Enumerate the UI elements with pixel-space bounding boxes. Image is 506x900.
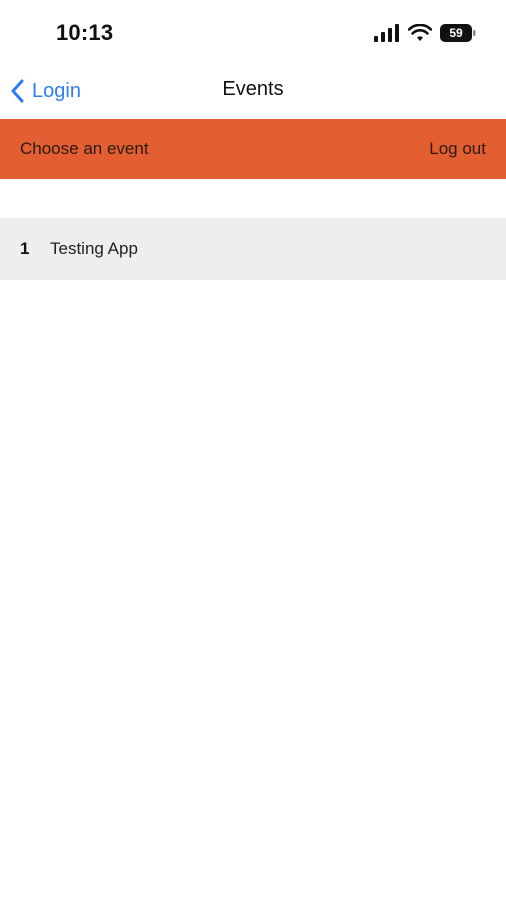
event-name: Testing App [50, 239, 138, 258]
logout-button[interactable]: Log out [429, 139, 486, 159]
events-header-bar: Choose an event Log out [0, 119, 506, 179]
wifi-icon [408, 24, 432, 41]
navigation-bar: Login Events [0, 62, 506, 119]
header-subtitle: Choose an event [20, 139, 149, 158]
battery-level: 59 [449, 26, 463, 40]
page-title: Events [222, 78, 284, 100]
signal-icon [374, 24, 399, 42]
status-time: 10:13 [56, 20, 114, 45]
status-bar: 10:13 59 [0, 0, 506, 62]
event-id: 1 [20, 239, 30, 258]
battery-icon: 59 [440, 24, 476, 42]
status-icons: 59 [374, 24, 476, 42]
list-item[interactable]: 1 Testing App [0, 218, 506, 280]
event-list: 1 Testing App [0, 218, 506, 280]
